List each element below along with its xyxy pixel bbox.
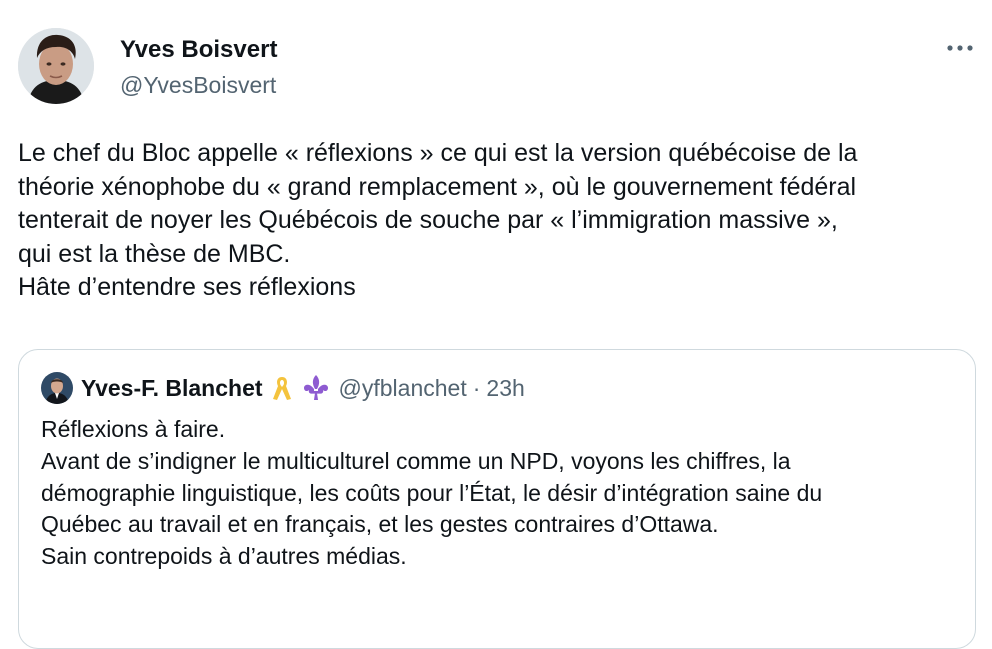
quoted-tweet-card[interactable]: Yves-F. Blanchet @yfblanchet · 23h Réfle… — [18, 349, 976, 649]
tweet-text: Le chef du Bloc appelle « réflexions » c… — [18, 139, 858, 301]
quoted-author-handle[interactable]: @yfblanchet — [339, 375, 467, 402]
yellow-ribbon-icon — [271, 374, 293, 402]
more-horizontal-icon — [947, 45, 973, 51]
author-name[interactable]: Yves Boisvert — [120, 36, 277, 64]
fleur-de-lis-icon — [301, 373, 331, 403]
quoted-tweet-header: Yves-F. Blanchet @yfblanchet · 23h — [41, 372, 525, 404]
more-options-button[interactable] — [944, 36, 976, 60]
meta-separator: · — [472, 374, 481, 401]
avatar-image — [18, 28, 94, 104]
quoted-meta: @yfblanchet · 23h — [339, 375, 525, 402]
quoted-author-name[interactable]: Yves-F. Blanchet — [81, 375, 263, 402]
author-avatar[interactable] — [18, 28, 94, 104]
quoted-avatar-image — [41, 372, 73, 404]
author-handle[interactable]: @YvesBoisvert — [120, 71, 276, 99]
quoted-author-avatar[interactable] — [41, 372, 73, 404]
quoted-timestamp[interactable]: 23h — [486, 375, 524, 402]
quoted-tweet-text: Réflexions à faire. Avant de s’indigner … — [41, 416, 823, 570]
